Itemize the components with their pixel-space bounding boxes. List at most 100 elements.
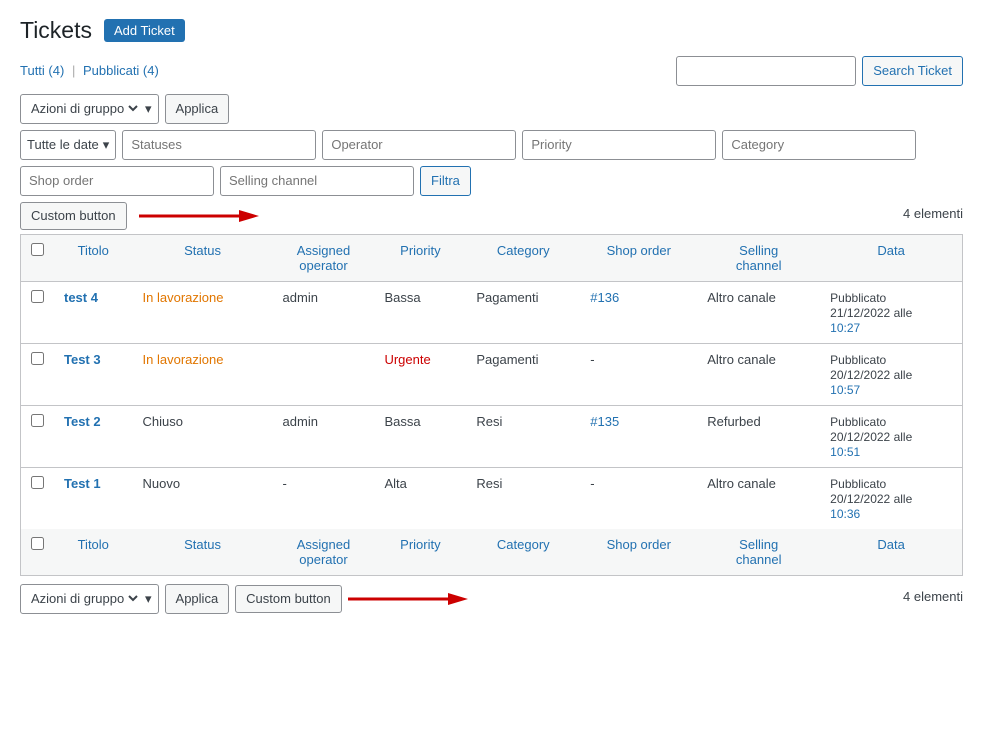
ticket-status: In lavorazione — [143, 352, 224, 367]
ticket-operator: admin — [283, 290, 318, 305]
ticket-time-link[interactable]: 10:51 — [830, 445, 860, 459]
col-header-operator[interactable]: Assignedoperator — [273, 234, 375, 281]
table-row: Test 3 In lavorazione Urgente Pagamenti … — [21, 343, 963, 405]
ticket-operator-cell: - — [273, 467, 375, 529]
ticket-time-link[interactable]: 10:27 — [830, 321, 860, 335]
red-arrow-annotation-bottom — [348, 589, 468, 609]
group-action-select-bottom[interactable]: Azioni di gruppo — [27, 590, 141, 607]
ticket-shop-order-cell: - — [580, 343, 697, 405]
red-arrow-annotation-top — [139, 206, 259, 226]
row-checkbox-cell[interactable] — [21, 405, 55, 467]
ticket-operator-cell — [273, 343, 375, 405]
row-checkbox-cell[interactable] — [21, 343, 55, 405]
ticket-selling-channel-cell: Altro canale — [697, 467, 820, 529]
all-tickets-link[interactable]: Tutti (4) — [20, 63, 64, 78]
elementi-count-top: 4 elementi — [903, 206, 963, 221]
table-header-row: Titolo Status Assignedoperator Priority … — [21, 234, 963, 281]
row-checkbox[interactable] — [31, 352, 44, 365]
date-filter-label: Tutte le date — [27, 137, 99, 152]
col-header-shop-order[interactable]: Shop order — [580, 234, 697, 281]
ticket-category: Resi — [476, 414, 502, 429]
ticket-selling-channel-cell: Refurbed — [697, 405, 820, 467]
published-tickets-link[interactable]: Pubblicati (4) — [83, 63, 159, 78]
filtra-button[interactable]: Filtra — [420, 166, 471, 196]
ticket-shop-order-cell: #136 — [580, 281, 697, 343]
custom-button-bottom[interactable]: Custom button — [235, 585, 342, 613]
chevron-down-icon: ▾ — [103, 137, 110, 153]
row-checkbox-cell[interactable] — [21, 281, 55, 343]
applica-button-top[interactable]: Applica — [165, 94, 230, 124]
col-footer-data: Data — [820, 529, 962, 576]
page-title: Tickets — [20, 16, 92, 46]
row-checkbox[interactable] — [31, 476, 44, 489]
ticket-priority-cell: Bassa — [374, 281, 466, 343]
ticket-operator: - — [283, 476, 287, 491]
category-filter[interactable] — [722, 130, 916, 160]
row-checkbox-cell[interactable] — [21, 467, 55, 529]
selling-channel-filter[interactable] — [220, 166, 414, 196]
statuses-filter[interactable] — [122, 130, 316, 160]
ticket-status-cell: Nuovo — [133, 467, 273, 529]
ticket-operator: admin — [283, 414, 318, 429]
elementi-count-bottom: 4 elementi — [903, 589, 963, 604]
select-all-checkbox-footer[interactable] — [21, 529, 55, 576]
date-filter[interactable]: Tutte le date ▾ — [20, 130, 116, 160]
ticket-priority-cell: Alta — [374, 467, 466, 529]
shop-order-link[interactable]: #135 — [590, 414, 619, 429]
ticket-time-link[interactable]: 10:57 — [830, 383, 860, 397]
ticket-date-cell: Pubblicato20/12/2022 alle10:51 — [820, 405, 962, 467]
table-footer-row: Titolo Status Assignedoperator Priority … — [21, 529, 963, 576]
ticket-title-link[interactable]: test 4 — [64, 290, 98, 305]
ticket-priority: Urgente — [384, 352, 430, 367]
col-header-selling-channel[interactable]: Sellingchannel — [697, 234, 820, 281]
col-header-title[interactable]: Titolo — [54, 234, 133, 281]
ticket-date: Pubblicato20/12/2022 alle10:51 — [830, 415, 912, 459]
applica-button-bottom[interactable]: Applica — [165, 584, 230, 614]
ticket-shop-order-cell: - — [580, 467, 697, 529]
operator-filter[interactable] — [322, 130, 516, 160]
table-row: Test 1 Nuovo - Alta Resi - Altro canale … — [21, 467, 963, 529]
ticket-title-link[interactable]: Test 2 — [64, 414, 101, 429]
ticket-date-cell: Pubblicato21/12/2022 alle10:27 — [820, 281, 962, 343]
select-all-checkbox-header[interactable] — [21, 234, 55, 281]
ticket-operator-cell: admin — [273, 281, 375, 343]
add-ticket-button[interactable]: Add Ticket — [104, 19, 185, 42]
ticket-date-cell: Pubblicato20/12/2022 alle10:36 — [820, 467, 962, 529]
ticket-title-link[interactable]: Test 3 — [64, 352, 101, 367]
filter-links: Tutti (4) | Pubblicati (4) — [20, 63, 159, 78]
tickets-table: Titolo Status Assignedoperator Priority … — [20, 234, 963, 576]
col-header-status[interactable]: Status — [133, 234, 273, 281]
select-all-checkbox[interactable] — [31, 243, 44, 256]
ticket-title-cell: Test 2 — [54, 405, 133, 467]
ticket-category-cell: Resi — [466, 467, 580, 529]
shop-order-link[interactable]: #136 — [590, 290, 619, 305]
row-checkbox[interactable] — [31, 290, 44, 303]
col-header-priority[interactable]: Priority — [374, 234, 466, 281]
col-header-category[interactable]: Category — [466, 234, 580, 281]
ticket-time-link[interactable]: 10:36 — [830, 507, 860, 521]
row-checkbox[interactable] — [31, 414, 44, 427]
chevron-down-icon: ▾ — [145, 101, 152, 117]
group-action-select[interactable]: Azioni di gruppo — [27, 100, 141, 117]
priority-filter[interactable] — [522, 130, 716, 160]
ticket-status-cell: In lavorazione — [133, 343, 273, 405]
search-input[interactable] — [676, 56, 856, 86]
ticket-category-cell: Pagamenti — [466, 343, 580, 405]
custom-button-top[interactable]: Custom button — [20, 202, 127, 230]
group-action-select-wrapper[interactable]: Azioni di gruppo ▾ — [20, 94, 159, 124]
chevron-down-icon-bottom: ▾ — [145, 591, 152, 607]
ticket-title-link[interactable]: Test 1 — [64, 476, 101, 491]
ticket-status: Nuovo — [143, 476, 181, 491]
ticket-selling-channel: Altro canale — [707, 290, 776, 305]
select-all-checkbox-footer[interactable] — [31, 537, 44, 550]
search-button[interactable]: Search Ticket — [862, 56, 963, 86]
ticket-title-cell: test 4 — [54, 281, 133, 343]
col-footer-operator: Assignedoperator — [273, 529, 375, 576]
ticket-category: Resi — [476, 476, 502, 491]
shop-order-filter[interactable] — [20, 166, 214, 196]
shop-order-value: - — [590, 352, 594, 367]
group-action-select-bottom-wrapper[interactable]: Azioni di gruppo ▾ — [20, 584, 159, 614]
ticket-date: Pubblicato21/12/2022 alle10:27 — [830, 291, 912, 335]
col-header-data[interactable]: Data — [820, 234, 962, 281]
ticket-priority-cell: Urgente — [374, 343, 466, 405]
